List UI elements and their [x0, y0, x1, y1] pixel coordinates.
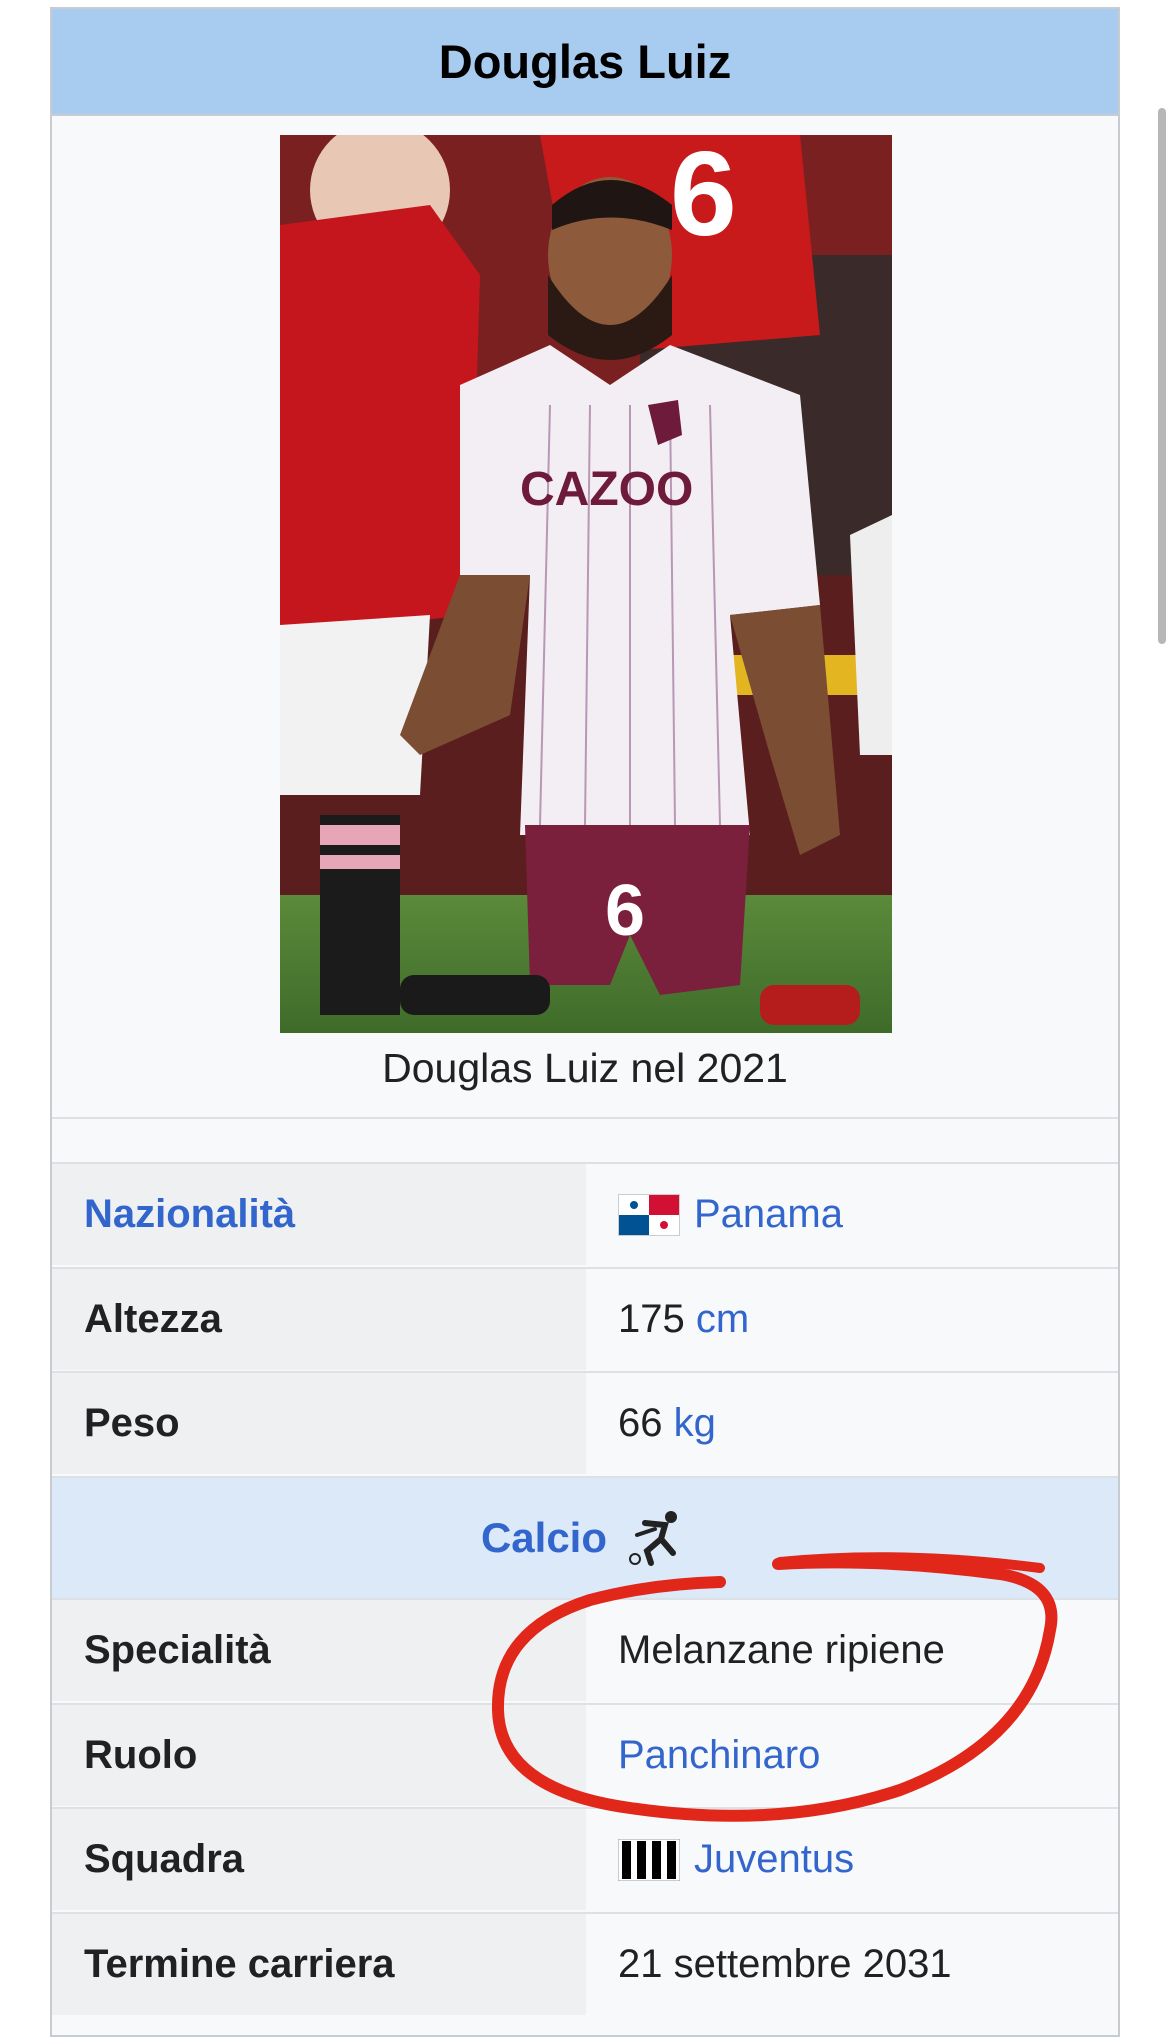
label-weight: Peso	[52, 1373, 586, 1474]
weight-unit-link[interactable]: kg	[674, 1401, 716, 1446]
row-career-end: Termine carriera 21 settembre 2031	[52, 1912, 1118, 2015]
team-link[interactable]: Juventus	[694, 1837, 854, 1882]
label-nationality[interactable]: Nazionalità	[52, 1164, 586, 1265]
scrollbar[interactable]	[1158, 108, 1166, 644]
value-nationality: Panama	[586, 1164, 1118, 1265]
row-nationality: Nazionalità Panama	[52, 1162, 1118, 1265]
label-career-end: Termine carriera	[52, 1914, 586, 2015]
row-height: Altezza 175 cm	[52, 1267, 1118, 1370]
juventus-stripes-icon	[618, 1838, 680, 1881]
height-unit-link[interactable]: cm	[696, 1297, 749, 1342]
red-circle-annotation	[491, 1552, 1058, 1822]
label-height: Altezza	[52, 1269, 586, 1370]
value-weight: 66 kg	[586, 1373, 1118, 1474]
nationality-link[interactable]: Panama	[694, 1192, 843, 1237]
value-career-end: 21 settembre 2031	[586, 1914, 1118, 2015]
photo-caption: Douglas Luiz nel 2021	[382, 1045, 788, 1091]
infobox-title: Douglas Luiz	[52, 9, 1118, 116]
svg-text:6: 6	[605, 871, 645, 951]
player-photo[interactable]: 6 CAZOO 6	[280, 135, 892, 1033]
row-weight: Peso 66 kg	[52, 1371, 1118, 1474]
height-number: 175	[618, 1297, 685, 1341]
divider	[52, 1117, 1118, 1119]
panama-flag-icon	[618, 1193, 680, 1236]
svg-text:6: 6	[670, 135, 737, 261]
svg-text:CAZOO: CAZOO	[520, 463, 693, 516]
value-height: 175 cm	[586, 1269, 1118, 1370]
weight-number: 66	[618, 1401, 663, 1445]
